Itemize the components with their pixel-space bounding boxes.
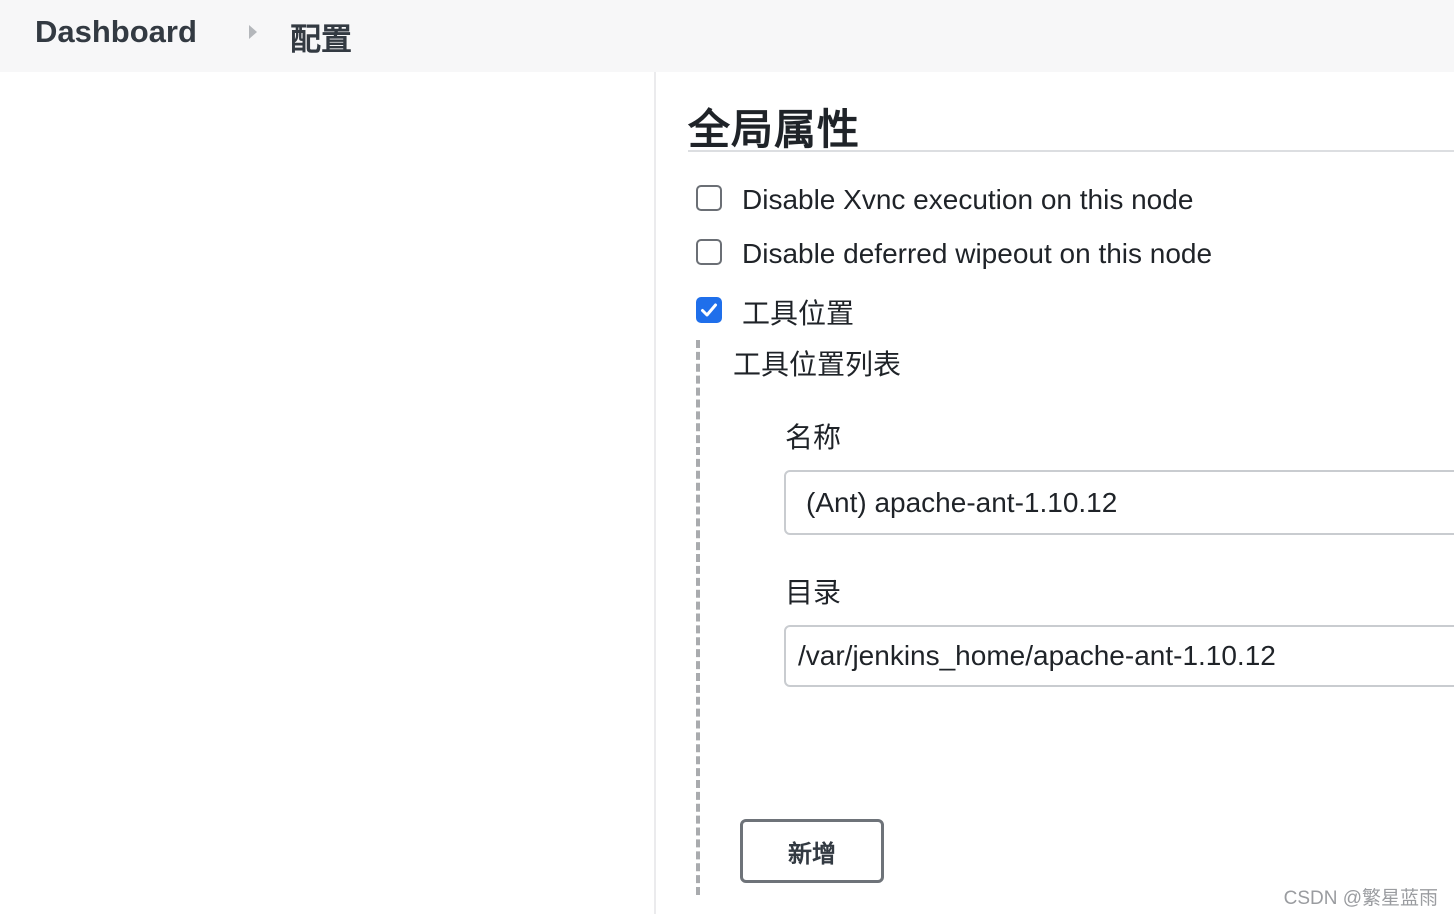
tool-locations-label: 工具位置 xyxy=(742,298,855,329)
breadcrumb-dashboard-link[interactable]: Dashboard xyxy=(35,14,197,50)
watermark: CSDN @繁星蓝雨 xyxy=(1283,888,1438,909)
disable-xvnc-checkbox[interactable] xyxy=(696,185,722,211)
breadcrumb: Dashboard 配置 xyxy=(0,0,1454,72)
option-tool-locations[interactable]: 工具位置 xyxy=(696,290,854,330)
section-divider xyxy=(688,150,1454,152)
option-disable-wipeout[interactable]: Disable deferred wipeout on this node xyxy=(696,236,1213,269)
checkmark-icon xyxy=(701,303,717,317)
directory-input[interactable] xyxy=(784,625,1454,687)
side-panel xyxy=(0,72,656,914)
option-disable-xvnc[interactable]: Disable Xvnc execution on this node xyxy=(696,182,1194,215)
section-title: 全局属性 xyxy=(688,106,861,153)
disable-wipeout-label: Disable deferred wipeout on this node xyxy=(742,238,1213,269)
tool-locations-checkbox[interactable] xyxy=(696,297,722,323)
directory-field-label: 目录 xyxy=(785,577,842,608)
breadcrumb-current-page[interactable]: 配置 xyxy=(290,14,352,59)
disable-xvnc-label: Disable Xvnc execution on this node xyxy=(742,184,1194,215)
tool-locations-list-title: 工具位置列表 xyxy=(733,349,902,380)
name-field-label: 名称 xyxy=(785,422,842,453)
breadcrumb-separator-icon xyxy=(249,25,257,39)
name-input[interactable] xyxy=(784,470,1454,535)
disable-wipeout-checkbox[interactable] xyxy=(696,239,722,265)
add-tool-location-button[interactable]: 新增 xyxy=(740,819,884,883)
